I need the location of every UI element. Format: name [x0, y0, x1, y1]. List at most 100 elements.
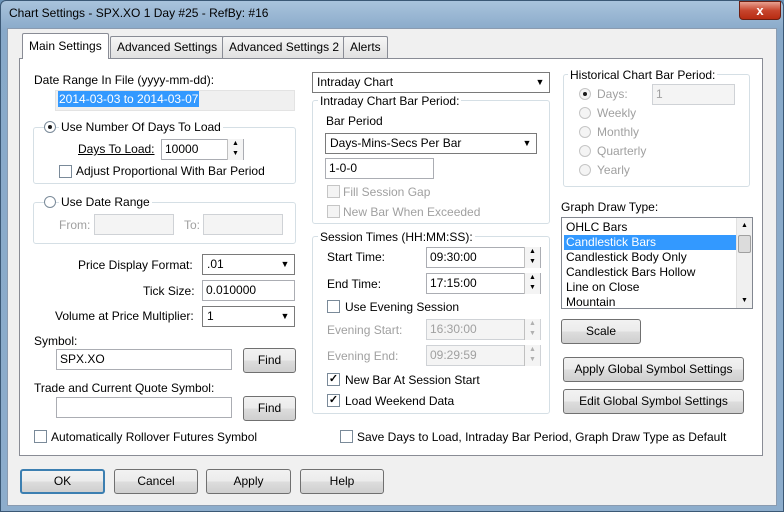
- chevron-down-icon[interactable]: ▼: [532, 74, 548, 91]
- save-default-checkbox[interactable]: [340, 430, 353, 443]
- hist-days-input[interactable]: 1: [652, 84, 735, 105]
- tab-advanced-settings[interactable]: Advanced Settings: [110, 36, 225, 58]
- to-date-input[interactable]: [203, 214, 283, 235]
- title-bar[interactable]: Chart Settings - SPX.XO 1 Day #25 - RefB…: [1, 1, 783, 27]
- date-range-value: 2014-03-03 to 2014-03-07: [58, 91, 200, 107]
- close-button[interactable]: x: [739, 1, 781, 20]
- edit-global-symbol-button[interactable]: Edit Global Symbol Settings: [563, 389, 744, 414]
- evening-session-checkbox[interactable]: [327, 300, 340, 313]
- from-label: From:: [59, 218, 91, 232]
- spin-down-icon[interactable]: ▼: [525, 257, 540, 267]
- bar-period-type-value: Days-Mins-Secs Per Bar: [330, 136, 462, 150]
- evening-start-spinner[interactable]: ▲ ▼: [524, 319, 540, 340]
- volume-multiplier-select[interactable]: 1 ▼: [202, 306, 295, 327]
- hist-yearly-radio[interactable]: [579, 164, 591, 176]
- tab-alerts[interactable]: Alerts: [343, 36, 388, 58]
- list-item[interactable]: OHLC Bars: [564, 220, 738, 235]
- load-weekend-label: Load Weekend Data: [345, 394, 455, 408]
- hist-days-label: Days:: [597, 87, 628, 101]
- price-format-select[interactable]: .01 ▼: [202, 254, 295, 275]
- date-range-label: Date Range In File (yyyy-mm-dd):: [34, 73, 215, 87]
- graph-draw-type-list[interactable]: OHLC Bars Candlestick Bars Candlestick B…: [561, 217, 753, 309]
- bar-period-input[interactable]: 1-0-0: [325, 158, 434, 179]
- volume-multiplier-label: Volume at Price Multiplier:: [55, 309, 194, 323]
- hist-weekly-radio[interactable]: [579, 107, 591, 119]
- tick-size-label: Tick Size:: [143, 284, 195, 298]
- hist-yearly-label: Yearly: [597, 163, 630, 177]
- new-bar-exceeded-checkbox[interactable]: [327, 205, 340, 218]
- window-title: Chart Settings - SPX.XO 1 Day #25 - RefB…: [9, 6, 269, 20]
- days-to-load-label: Days To Load:: [78, 142, 155, 156]
- list-item[interactable]: Mountain: [564, 295, 738, 308]
- use-days-label: Use Number Of Days To Load: [59, 120, 223, 134]
- bar-period-type-select[interactable]: Days-Mins-Secs Per Bar ▼: [325, 133, 537, 154]
- apply-global-symbol-button[interactable]: Apply Global Symbol Settings: [563, 357, 744, 382]
- bar-period-label: Bar Period: [326, 114, 383, 128]
- adjust-proportional-checkbox[interactable]: [59, 165, 72, 178]
- symbol-find-button[interactable]: Find: [243, 348, 296, 373]
- hist-monthly-label: Monthly: [597, 125, 640, 139]
- use-date-range-label: Use Date Range: [59, 195, 152, 209]
- chevron-down-icon[interactable]: ▼: [277, 256, 293, 273]
- new-bar-session-checkbox[interactable]: ✓: [327, 373, 340, 386]
- list-item[interactable]: Line on Close: [564, 280, 738, 295]
- start-time-spinner[interactable]: ▲ ▼: [524, 247, 540, 268]
- trade-quote-input[interactable]: [56, 397, 232, 418]
- scroll-up-icon[interactable]: ▲: [737, 218, 752, 233]
- hist-days-radio[interactable]: [579, 88, 591, 100]
- tick-size-input[interactable]: 0.010000: [202, 280, 295, 301]
- symbol-input[interactable]: SPX.XO: [56, 349, 232, 370]
- end-time-label: End Time:: [327, 277, 382, 291]
- trade-quote-label: Trade and Current Quote Symbol:: [34, 381, 215, 395]
- chart-type-select[interactable]: Intraday Chart ▼: [312, 72, 550, 93]
- days-spinner[interactable]: ▲ ▼: [227, 139, 243, 160]
- list-item[interactable]: Candlestick Bars Hollow: [564, 265, 738, 280]
- spin-up-icon[interactable]: ▲: [525, 247, 540, 257]
- fill-session-gap-label: Fill Session Gap: [343, 185, 431, 199]
- cancel-button[interactable]: Cancel: [114, 469, 198, 494]
- spin-down-icon[interactable]: ▼: [525, 283, 540, 293]
- scroll-down-icon[interactable]: ▼: [737, 293, 752, 308]
- evening-end-spinner[interactable]: ▲ ▼: [524, 345, 540, 366]
- scroll-thumb[interactable]: [738, 235, 751, 253]
- spin-up-icon[interactable]: ▲: [525, 319, 540, 329]
- chevron-down-icon[interactable]: ▼: [519, 135, 535, 152]
- chevron-down-icon[interactable]: ▼: [277, 308, 293, 325]
- apply-button[interactable]: Apply: [206, 469, 291, 494]
- from-date-input[interactable]: [94, 214, 174, 235]
- auto-rollover-label: Automatically Rollover Futures Symbol: [51, 430, 258, 444]
- tab-main-settings[interactable]: Main Settings: [22, 33, 109, 59]
- spin-down-icon[interactable]: ▼: [228, 149, 243, 159]
- graph-draw-type-label: Graph Draw Type:: [561, 200, 659, 214]
- date-range-display: 2014-03-03 to 2014-03-07: [55, 90, 295, 111]
- scale-button[interactable]: Scale: [561, 319, 641, 344]
- tab-advanced-settings-2[interactable]: Advanced Settings 2: [222, 36, 347, 58]
- spin-down-icon[interactable]: ▼: [525, 329, 540, 339]
- hist-monthly-radio[interactable]: [579, 126, 591, 138]
- trade-quote-find-button[interactable]: Find: [243, 396, 296, 421]
- end-time-spinner[interactable]: ▲ ▼: [524, 273, 540, 294]
- adjust-proportional-label: Adjust Proportional With Bar Period: [76, 164, 265, 178]
- load-weekend-checkbox[interactable]: ✓: [327, 394, 340, 407]
- historical-bar-period-label: Historical Chart Bar Period:: [568, 68, 718, 82]
- chart-type-value: Intraday Chart: [317, 75, 394, 89]
- spin-up-icon[interactable]: ▲: [525, 273, 540, 283]
- hist-quarterly-radio[interactable]: [579, 145, 591, 157]
- save-default-label: Save Days to Load, Intraday Bar Period, …: [357, 430, 727, 444]
- bar-period-group-label: Intraday Chart Bar Period:: [318, 94, 462, 108]
- start-time-label: Start Time:: [327, 250, 386, 264]
- fill-session-gap-checkbox[interactable]: [327, 185, 340, 198]
- use-date-range-radio[interactable]: [44, 196, 56, 208]
- spin-up-icon[interactable]: ▲: [525, 345, 540, 355]
- spin-up-icon[interactable]: ▲: [228, 139, 243, 149]
- list-item[interactable]: Candlestick Body Only: [564, 250, 738, 265]
- symbol-label: Symbol:: [34, 334, 78, 348]
- session-times-label: Session Times (HH:MM:SS):: [318, 230, 475, 244]
- list-scrollbar[interactable]: ▲ ▼: [736, 218, 752, 308]
- auto-rollover-checkbox[interactable]: [34, 430, 47, 443]
- use-days-radio[interactable]: [44, 121, 56, 133]
- spin-down-icon[interactable]: ▼: [525, 355, 540, 365]
- ok-button[interactable]: OK: [20, 469, 105, 494]
- help-button[interactable]: Help: [300, 469, 384, 494]
- list-item[interactable]: Candlestick Bars: [564, 235, 738, 250]
